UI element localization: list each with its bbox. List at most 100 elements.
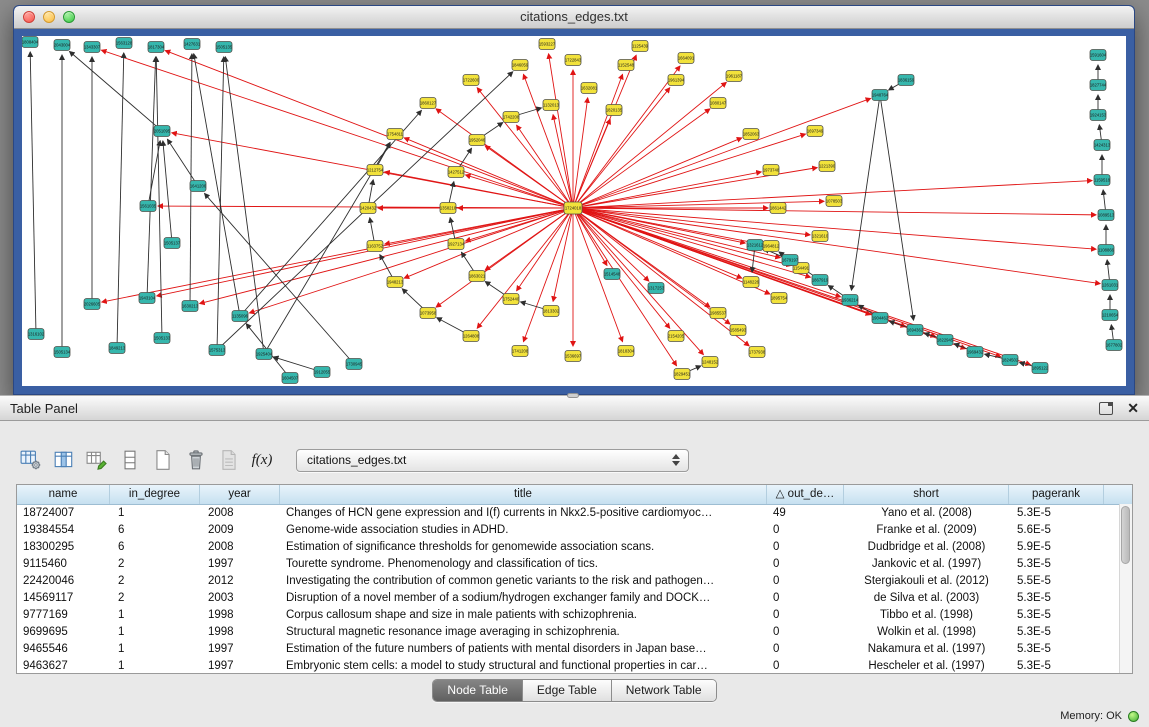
graph-edge[interactable] bbox=[167, 139, 198, 186]
graph-node[interactable]: 1724018 bbox=[564, 202, 582, 214]
graph-node[interactable]: 1754811 bbox=[387, 129, 404, 140]
graph-node[interactable]: 1132013 bbox=[543, 100, 560, 111]
cell-pagerank[interactable]: 5.3E-5 bbox=[1009, 505, 1104, 522]
graph-node[interactable]: 1895122 bbox=[1032, 363, 1049, 374]
graph-node[interactable]: 1424313 bbox=[1094, 140, 1111, 151]
cell-out_degree[interactable]: 0 bbox=[767, 556, 844, 573]
graph-node[interactable]: 1952046 bbox=[469, 135, 486, 146]
cell-in_degree[interactable]: 2 bbox=[110, 556, 200, 573]
graph-node[interactable]: 1961187 bbox=[726, 71, 743, 82]
zoom-window-button[interactable] bbox=[63, 11, 75, 23]
splitter-handle[interactable] bbox=[567, 393, 579, 398]
graph-node[interactable]: 1829451 bbox=[674, 369, 691, 380]
graph-node[interactable]: 1264808 bbox=[463, 331, 480, 342]
graph-node[interactable]: 1159518 bbox=[1094, 175, 1111, 186]
cell-year[interactable]: 2003 bbox=[200, 590, 280, 607]
graph-node[interactable]: 1679197 bbox=[782, 255, 799, 266]
graph-node[interactable]: 1080147 bbox=[710, 98, 727, 109]
cell-pagerank[interactable]: 5.3E-5 bbox=[1009, 590, 1104, 607]
graph-node[interactable]: 1824502 bbox=[1002, 355, 1019, 366]
cell-in_degree[interactable]: 2 bbox=[110, 573, 200, 590]
create-table-button[interactable] bbox=[150, 447, 176, 473]
graph-node[interactable]: 1752440 bbox=[503, 294, 520, 305]
graph-node[interactable]: 1505133 bbox=[154, 333, 171, 344]
tab-node-table[interactable]: Node Table bbox=[433, 680, 523, 701]
tab-network-table[interactable]: Network Table bbox=[612, 680, 716, 701]
graph-node[interactable]: 1927134 bbox=[448, 239, 465, 250]
table-row[interactable]: 1830029562008Estimation of significance … bbox=[17, 539, 1132, 556]
graph-node[interactable]: 1822945 bbox=[937, 335, 954, 346]
graph-node[interactable]: 1163752 bbox=[367, 241, 384, 252]
graph-edge[interactable] bbox=[851, 95, 880, 290]
graph-node[interactable]: 1964812 bbox=[763, 241, 780, 252]
graph-node[interactable]: 1593227 bbox=[539, 39, 556, 50]
graph-node[interactable]: 1248152 bbox=[702, 357, 719, 368]
cell-short[interactable]: Jankovic et al. (1997) bbox=[844, 556, 1009, 573]
graph-node[interactable]: 1936214 bbox=[842, 295, 859, 306]
graph-node[interactable]: 1358218 bbox=[440, 203, 457, 214]
cell-pagerank[interactable]: 5.5E-5 bbox=[1009, 573, 1104, 590]
graph-node[interactable]: 1895754 bbox=[771, 293, 788, 304]
graph-node[interactable]: 1575313 bbox=[209, 345, 226, 356]
network-canvas[interactable]: 1724018186144219737481852063108014719613… bbox=[22, 36, 1128, 388]
cell-pagerank[interactable]: 5.3E-5 bbox=[1009, 624, 1104, 641]
graph-node[interactable]: 1505134 bbox=[54, 347, 71, 358]
cell-short[interactable]: Tibbo et al. (1998) bbox=[844, 607, 1009, 624]
graph-edge[interactable] bbox=[549, 54, 573, 208]
graph-node[interactable]: 1985537 bbox=[710, 308, 727, 319]
cell-in_degree[interactable]: 2 bbox=[110, 590, 200, 607]
cell-out_degree[interactable]: 0 bbox=[767, 624, 844, 641]
cell-out_degree[interactable]: 0 bbox=[767, 522, 844, 539]
graph-edge[interactable] bbox=[205, 194, 354, 364]
cell-title[interactable]: Tourette syndrome. Phenomenology and cla… bbox=[280, 556, 767, 573]
graph-node[interactable]: 1148226 bbox=[743, 277, 760, 288]
cell-out_degree[interactable]: 0 bbox=[767, 590, 844, 607]
cell-short[interactable]: Yano et al. (2008) bbox=[844, 505, 1009, 522]
cell-short[interactable]: Hescheler et al. (1997) bbox=[844, 658, 1009, 674]
cell-title[interactable]: Genome-wide association studies in ADHD. bbox=[280, 522, 767, 539]
table-row[interactable]: 969969511998Structural magnetic resonanc… bbox=[17, 624, 1132, 641]
graph-edge[interactable] bbox=[190, 54, 192, 306]
graph-node[interactable]: 1912055 bbox=[314, 367, 331, 378]
cell-pagerank[interactable]: 5.9E-5 bbox=[1009, 539, 1104, 556]
cell-pagerank[interactable]: 5.3E-5 bbox=[1009, 641, 1104, 658]
column-header-title[interactable]: title bbox=[280, 485, 767, 504]
graph-node[interactable]: 1078503 bbox=[826, 196, 843, 207]
cell-year[interactable]: 2012 bbox=[200, 573, 280, 590]
graph-node[interactable]: 1677802 bbox=[1106, 340, 1123, 351]
graph-node[interactable]: 1604507 bbox=[282, 373, 299, 384]
cell-title[interactable]: Disruption of a novel member of a sodium… bbox=[280, 590, 767, 607]
graph-node[interactable]: 1867919 bbox=[812, 275, 829, 286]
cell-name[interactable]: 9699695 bbox=[17, 624, 110, 641]
graph-node[interactable]: 1641206 bbox=[190, 181, 207, 192]
graph-node[interactable]: 1125439 bbox=[632, 41, 649, 52]
cell-out_degree[interactable]: 0 bbox=[767, 641, 844, 658]
graph-edge[interactable] bbox=[70, 52, 162, 131]
cell-name[interactable]: 9463627 bbox=[17, 658, 110, 674]
cell-title[interactable]: Investigating the contribution of common… bbox=[280, 573, 767, 590]
graph-node[interactable]: 1089513 bbox=[1098, 210, 1115, 221]
graph-node[interactable]: 1813302 bbox=[543, 306, 560, 317]
graph-node[interactable]: 1836159 bbox=[898, 75, 915, 86]
cell-name[interactable]: 9777169 bbox=[17, 607, 110, 624]
cell-name[interactable]: 18300295 bbox=[17, 539, 110, 556]
graph-node[interactable]: 1210654 bbox=[1102, 310, 1119, 321]
cell-in_degree[interactable]: 1 bbox=[110, 505, 200, 522]
cell-pagerank[interactable]: 5.6E-5 bbox=[1009, 522, 1104, 539]
graph-node[interactable]: 1742208 bbox=[503, 112, 520, 123]
graph-node[interactable]: 1697349 bbox=[807, 126, 824, 137]
float-panel-icon[interactable] bbox=[1099, 402, 1113, 415]
minimize-window-button[interactable] bbox=[43, 11, 55, 23]
graph-node[interactable]: 1860127 bbox=[420, 98, 437, 109]
graph-node[interactable]: 2026605 bbox=[84, 299, 101, 310]
edit-table-button[interactable] bbox=[84, 447, 110, 473]
cell-name[interactable]: 19384554 bbox=[17, 522, 110, 539]
close-panel-icon[interactable]: ✕ bbox=[1127, 401, 1139, 415]
table-row[interactable]: 946362711997Embryonic stem cells: a mode… bbox=[17, 658, 1132, 674]
cell-name[interactable]: 9465546 bbox=[17, 641, 110, 658]
cell-in_degree[interactable]: 1 bbox=[110, 658, 200, 674]
graph-node[interactable]: 1852063 bbox=[743, 129, 760, 140]
cell-in_degree[interactable]: 1 bbox=[110, 641, 200, 658]
cell-title[interactable]: Changes of HCN gene expression and I(f) … bbox=[280, 505, 767, 522]
column-header-pagerank[interactable]: pagerank bbox=[1009, 485, 1104, 504]
